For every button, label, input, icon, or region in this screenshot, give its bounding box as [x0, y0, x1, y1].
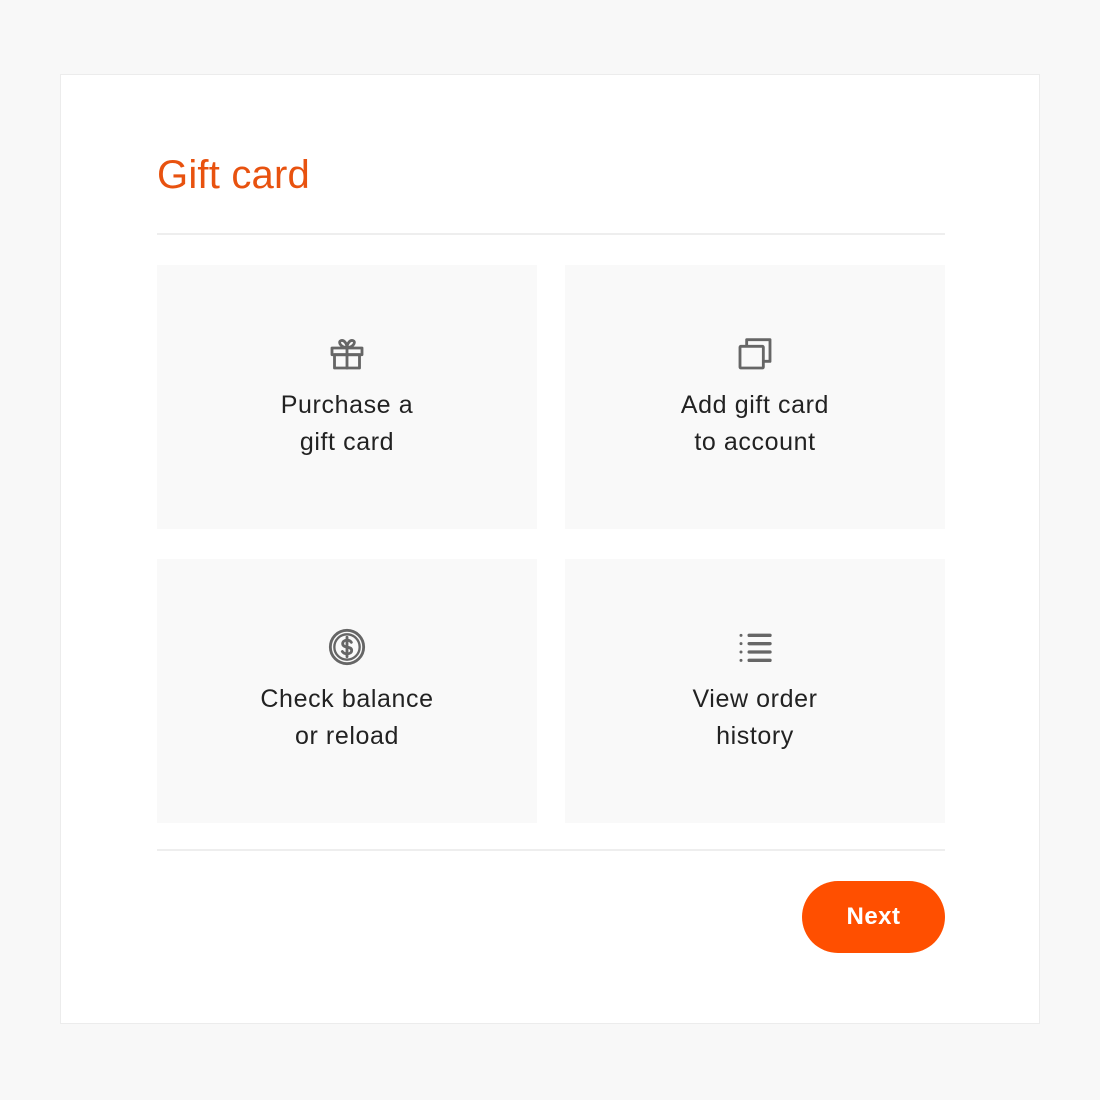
next-button[interactable]: Next	[802, 881, 945, 953]
dollar-circle-icon	[327, 627, 367, 667]
add-gift-card-option[interactable]: Add gift card to account	[565, 265, 945, 529]
page-title: Gift card	[157, 153, 310, 197]
list-icon	[735, 627, 775, 667]
cards-stack-icon	[735, 333, 775, 373]
header-divider	[157, 233, 945, 235]
check-balance-option[interactable]: Check balance or reload	[157, 559, 537, 823]
option-label: View order history	[692, 685, 818, 750]
option-label: Purchase a gift card	[280, 391, 414, 456]
purchase-gift-card-option[interactable]: Purchase a gift card	[157, 265, 537, 529]
gift-card-panel: Gift card Purchase a gift card Add gift …	[60, 74, 1040, 1024]
option-label: Add gift card to account	[680, 391, 830, 456]
footer-divider	[157, 849, 945, 851]
gift-icon	[327, 333, 367, 373]
option-label: Check balance or reload	[260, 685, 434, 750]
view-order-history-option[interactable]: View order history	[565, 559, 945, 823]
